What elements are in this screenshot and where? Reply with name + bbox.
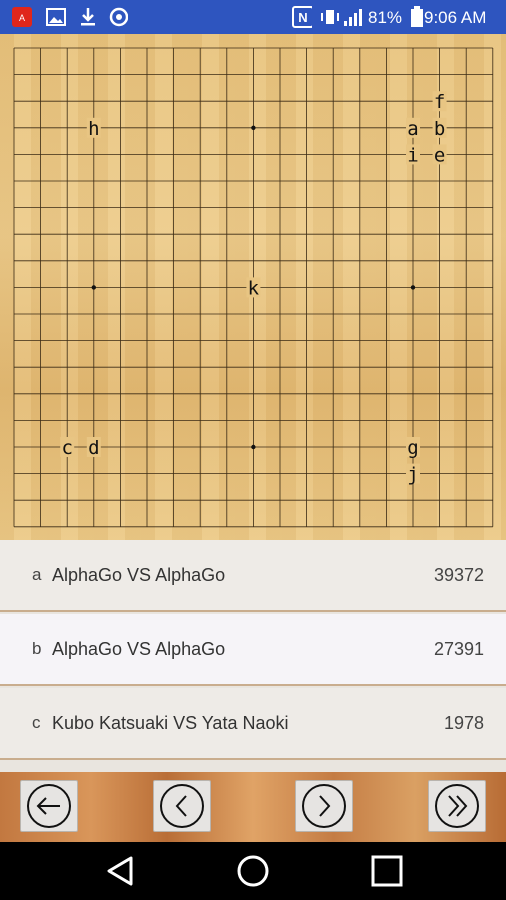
nfc-icon: N [292, 6, 312, 28]
row-letter: c [32, 713, 41, 732]
navigation-controls [0, 772, 506, 842]
game-list: a AlphaGo VS AlphaGo 39372 b AlphaGo VS … [0, 540, 506, 772]
row-letter: a [32, 565, 42, 584]
star-point [251, 125, 256, 130]
row-title: AlphaGo VS AlphaGo [52, 638, 226, 659]
row-count: 1978 [443, 712, 484, 733]
download-icon [78, 7, 98, 27]
row-title: Kubo Katsuaki VS Yata Naoki [52, 712, 289, 733]
svg-text:N: N [298, 10, 307, 25]
board-marker-e[interactable]: e [434, 144, 445, 166]
clock: 9:06 AM [424, 8, 487, 27]
star-point [91, 285, 97, 290]
battery-percent: 81% [368, 8, 403, 27]
row-letter: b [32, 639, 42, 658]
board-marker-b[interactable]: b [434, 118, 445, 140]
chevron-left-icon [160, 784, 204, 828]
double-chevron-right-icon [435, 784, 479, 828]
list-item[interactable]: a AlphaGo VS AlphaGo 39372 [0, 540, 506, 612]
row-count: 27391 [433, 638, 484, 659]
board-marker-h[interactable]: h [88, 118, 99, 140]
board-marker-i[interactable]: i [407, 144, 418, 166]
recents-icon[interactable] [370, 854, 404, 888]
vibrate-icon [320, 7, 340, 27]
svg-text:A: A [19, 13, 25, 23]
board-marker-f[interactable]: f [434, 91, 445, 113]
previous-move-button[interactable] [153, 780, 211, 832]
image-icon [46, 7, 66, 27]
row-count: 39372 [433, 564, 484, 585]
board-grid: a b c d e f g h i j k [13, 47, 494, 528]
board-marker-k[interactable]: k [248, 277, 260, 299]
back-icon[interactable] [103, 854, 137, 888]
board-marker-d[interactable]: d [88, 437, 99, 459]
board-marker-a[interactable]: a [407, 118, 418, 140]
list-item[interactable]: b AlphaGo VS AlphaGo 27391 [0, 614, 506, 686]
star-point [410, 285, 416, 290]
first-move-button[interactable] [20, 780, 78, 832]
adobe-reader-icon: A [12, 7, 32, 27]
board-marker-c[interactable]: c [61, 437, 72, 459]
next-move-button[interactable] [295, 780, 353, 832]
arrow-left-icon [27, 784, 71, 828]
system-nav-bar [0, 842, 506, 900]
board-marker-g[interactable]: g [407, 437, 418, 459]
home-icon[interactable] [236, 854, 270, 888]
last-move-button[interactable] [428, 780, 486, 832]
status-bar: A N 81% 9:06 AM [0, 0, 506, 34]
star-point [251, 444, 256, 450]
row-title: AlphaGo VS AlphaGo [52, 564, 226, 585]
board-marker-j[interactable]: j [407, 464, 418, 486]
chevron-right-icon [302, 784, 346, 828]
sync-icon [108, 7, 128, 27]
signal-icon [342, 7, 362, 27]
list-item[interactable]: c Kubo Katsuaki VS Yata Naoki 1978 [0, 688, 506, 760]
go-board[interactable]: ab cd e f g h i j k [0, 34, 506, 540]
